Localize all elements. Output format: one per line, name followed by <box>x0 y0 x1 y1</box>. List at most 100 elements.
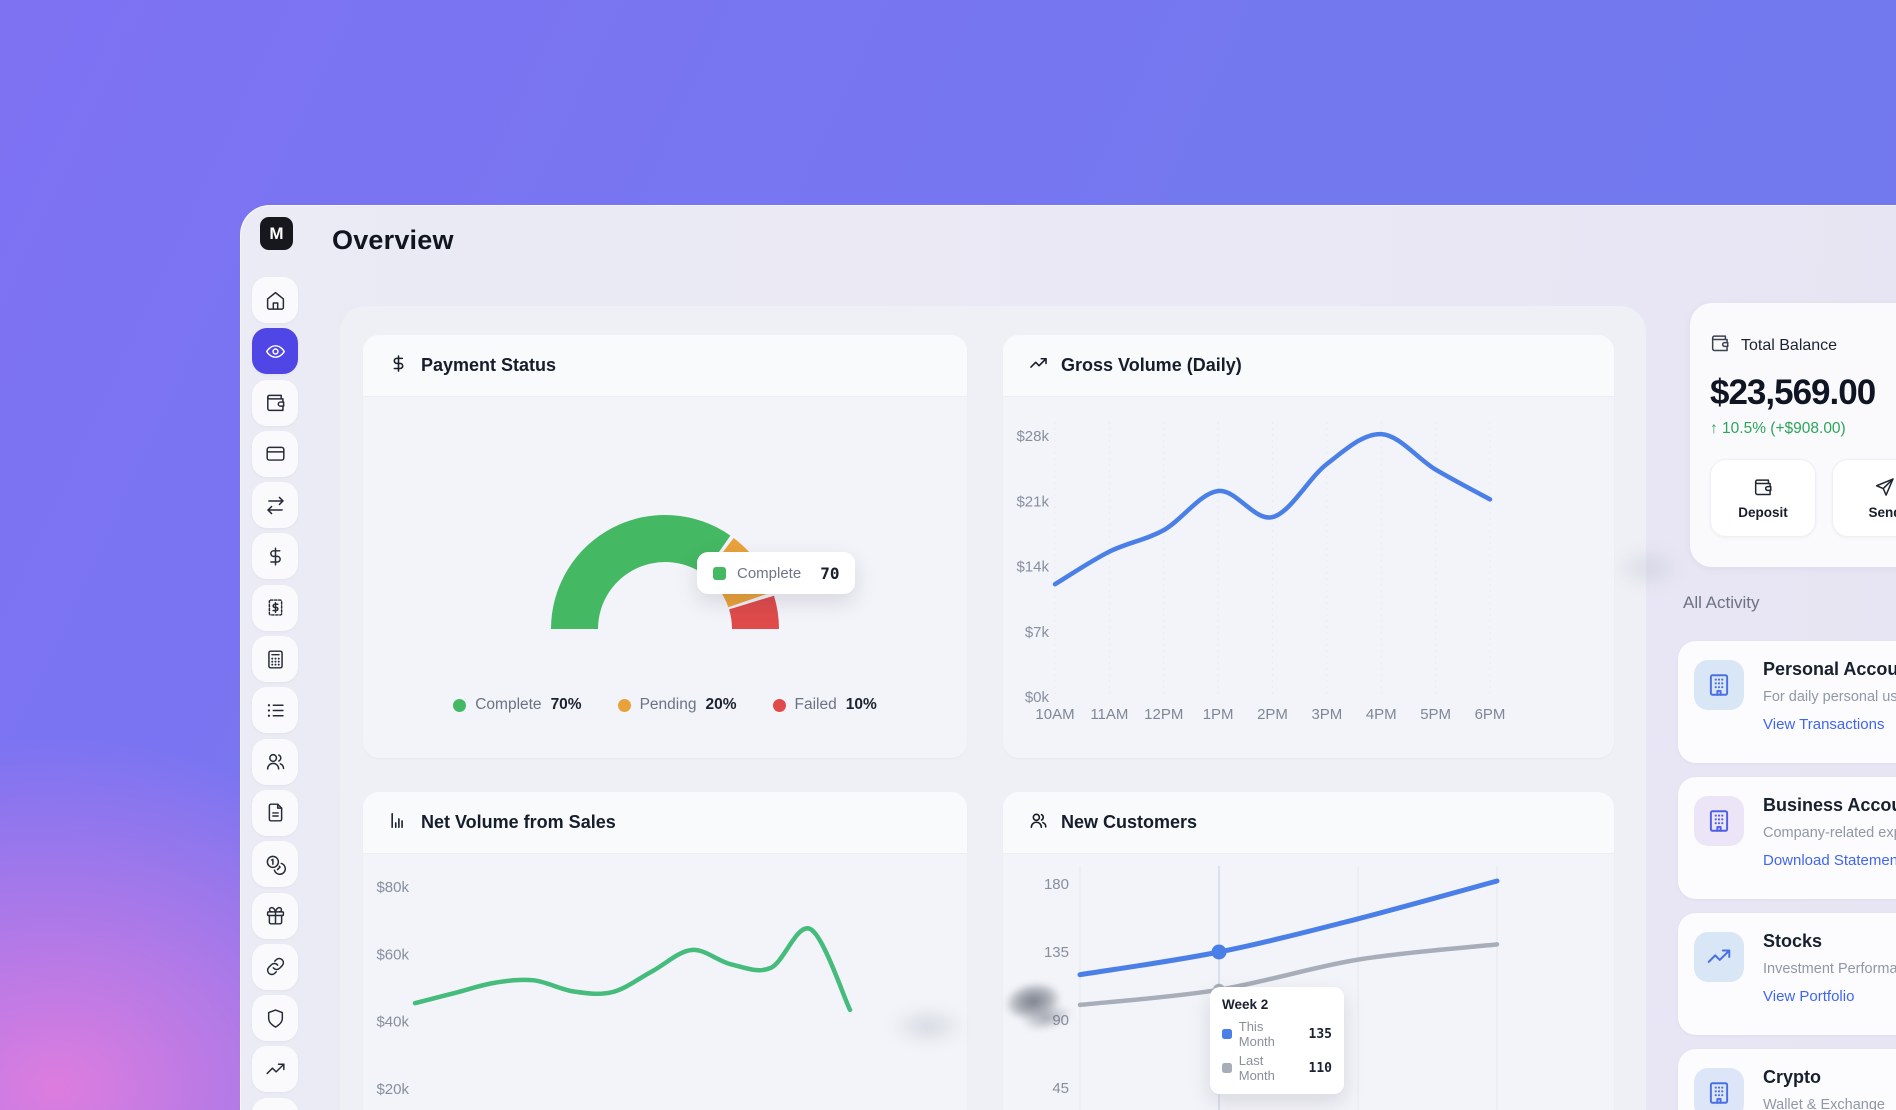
activity-title: Stocks <box>1763 931 1822 952</box>
legend-dot <box>618 699 631 712</box>
send-icon <box>1875 477 1895 497</box>
trending-up-icon <box>265 1059 286 1080</box>
tooltip-value: 70 <box>820 564 839 583</box>
line-chart: $80k$60k$40k$20k <box>363 854 967 1110</box>
sidebar-item-overview[interactable] <box>252 328 298 374</box>
sidebar-item-transfers[interactable] <box>252 482 298 528</box>
svg-text:$7k: $7k <box>1025 624 1050 641</box>
payment-status-chart[interactable]: Complete 70 Complete 70% Pending 20% Failed 1… <box>363 397 967 758</box>
eye-icon <box>265 341 286 362</box>
users-icon <box>1029 811 1048 835</box>
svg-text:$14k: $14k <box>1016 559 1049 576</box>
legend-label: Pending <box>640 696 697 714</box>
activity-title: Business Account <box>1763 795 1896 816</box>
total-balance-amount: $23,569.00 <box>1710 373 1896 413</box>
series-value: 110 <box>1309 1061 1332 1076</box>
coins-icon <box>265 854 286 875</box>
svg-text:$21k: $21k <box>1016 493 1049 510</box>
net-volume-card: Net Volume from Sales $80k$60k$40k$20k <box>363 792 967 1110</box>
sidebar-item-documents[interactable] <box>252 790 298 836</box>
gross-volume-chart[interactable]: $0k$7k$14k$21k$28k10AM11AM12PM1PM2PM3PM4… <box>1003 397 1614 758</box>
trending-up-icon <box>1029 354 1048 373</box>
tooltip-label: Complete <box>737 565 801 582</box>
link-icon <box>265 956 286 977</box>
bar-chart-icon <box>389 811 408 835</box>
activity-icon-box <box>1694 1068 1744 1110</box>
activity-card-crypto[interactable]: CryptoWallet & Exchange <box>1678 1049 1896 1110</box>
activity-subtitle: Wallet & Exchange <box>1763 1097 1885 1110</box>
building-icon <box>1706 808 1732 834</box>
building-icon <box>1706 1080 1732 1106</box>
sidebar-item-calculator[interactable] <box>252 636 298 682</box>
dollar-icon <box>389 354 408 378</box>
svg-text:11AM: 11AM <box>1090 706 1128 723</box>
card-title: Net Volume from Sales <box>421 812 616 833</box>
sidebar-item-invoices[interactable] <box>252 585 298 631</box>
legend-value: 70% <box>551 696 582 714</box>
sidebar-item-analytics[interactable] <box>252 1046 298 1092</box>
card-header: Net Volume from Sales <box>363 792 967 854</box>
series-swatch <box>1222 1029 1232 1039</box>
activity-subtitle: Company-related expenses <box>1763 825 1896 841</box>
users-icon <box>265 751 286 772</box>
legend-swatch <box>713 567 726 580</box>
app-logo[interactable]: M <box>260 217 293 250</box>
activity-link[interactable]: View Transactions <box>1763 716 1884 733</box>
activity-card-business-account[interactable]: Business Account Company-related expenses… <box>1678 777 1896 899</box>
tooltip-title: Week 2 <box>1222 997 1332 1012</box>
sidebar-item-wallet[interactable] <box>252 380 298 426</box>
sidebar-item-customers[interactable] <box>252 739 298 785</box>
svg-text:3PM: 3PM <box>1311 706 1342 723</box>
card-header: Payment Status <box>363 335 967 397</box>
svg-text:$40k: $40k <box>376 1014 409 1031</box>
sidebar-item-home[interactable] <box>252 277 298 323</box>
svg-text:6PM: 6PM <box>1475 706 1506 723</box>
sidebar-item-payments[interactable] <box>252 533 298 579</box>
bar-chart-icon <box>389 811 408 830</box>
wallet-icon <box>1710 333 1730 358</box>
list-icon <box>265 700 286 721</box>
activity-card-stocks[interactable]: StocksInvestment PerformanceView Portfol… <box>1678 913 1896 1035</box>
building-icon <box>1706 672 1732 698</box>
legend-label: Complete <box>475 696 541 714</box>
total-balance-card: Total Balance $23,569.00 ↑ 10.5% (+$908.… <box>1690 303 1896 567</box>
charts-container: Payment Status Complete 70 Complete 70% Pe… <box>340 306 1646 1110</box>
sidebar-item-links[interactable] <box>252 944 298 990</box>
sidebar-item-lists[interactable] <box>252 687 298 733</box>
sidebar-item-security[interactable] <box>252 995 298 1041</box>
gauge-tooltip: Complete 70 <box>697 552 855 594</box>
dollar-sign-icon <box>389 354 408 373</box>
svg-text:10AM: 10AM <box>1035 706 1074 723</box>
legend-dot <box>453 699 466 712</box>
activity-link[interactable]: View Portfolio <box>1763 988 1854 1005</box>
legend-value: 10% <box>846 696 877 714</box>
new-customers-chart[interactable]: 1801359045 Week 2 This Month135Last Mont… <box>1003 854 1614 1110</box>
file-icon <box>265 802 286 823</box>
sidebar-item-cards[interactable] <box>252 431 298 477</box>
balance-actions: Deposit Send <box>1710 459 1896 537</box>
svg-text:$28k: $28k <box>1016 428 1049 445</box>
sidebar-item-coins[interactable] <box>252 841 298 887</box>
legend-value: 20% <box>705 696 736 714</box>
sidebar-item-rewards[interactable] <box>252 893 298 939</box>
legend-item-complete: Complete 70% <box>453 696 581 714</box>
gift-icon <box>265 905 286 926</box>
svg-text:90: 90 <box>1052 1012 1069 1029</box>
sidebar-item-devices[interactable] <box>252 1098 298 1110</box>
net-volume-chart[interactable]: $80k$60k$40k$20k <box>363 854 967 1110</box>
deposit-button[interactable]: Deposit <box>1710 459 1816 537</box>
svg-text:$80k: $80k <box>376 879 409 896</box>
legend-label: Failed <box>795 696 837 714</box>
home-icon <box>265 290 286 311</box>
activity-icon-box <box>1694 660 1744 710</box>
activity-heading: All Activity <box>1683 593 1760 613</box>
activity-link[interactable]: Download Statements <box>1763 852 1896 869</box>
line-chart: $0k$7k$14k$21k$28k10AM11AM12PM1PM2PM3PM4… <box>1003 397 1614 758</box>
card-header: New Customers <box>1003 792 1614 854</box>
send-button[interactable]: Send <box>1832 459 1896 537</box>
svg-text:1PM: 1PM <box>1203 706 1234 723</box>
card-title: Payment Status <box>421 355 556 376</box>
chart-legend: Complete 70% Pending 20% Failed 10% <box>363 696 967 714</box>
action-label: Deposit <box>1738 505 1788 520</box>
activity-card-personal-account[interactable]: Personal AccountFor daily personal useVi… <box>1678 641 1896 763</box>
